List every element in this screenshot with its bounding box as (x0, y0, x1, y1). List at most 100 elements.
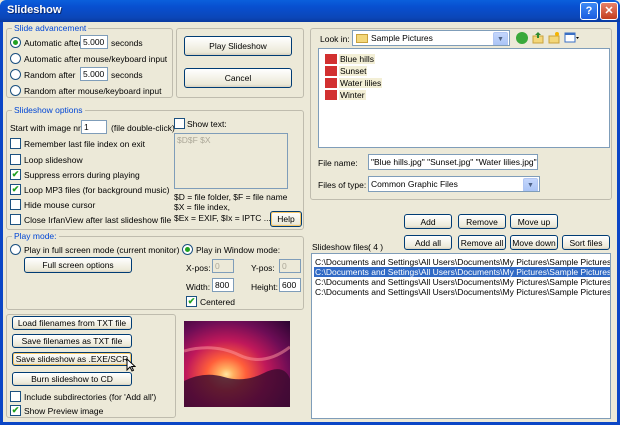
cancel-button[interactable]: Cancel (184, 68, 292, 88)
start-image-input[interactable]: 1 (81, 120, 107, 134)
xpos-label: X-pos: (186, 263, 211, 273)
start-image-hint: (file double-click) (111, 123, 175, 133)
close-after-checkbox[interactable] (10, 214, 21, 225)
show-text-input[interactable]: $D$F $X (174, 133, 288, 189)
text-help-line-2: $X = file index, (174, 202, 230, 212)
move-down-button[interactable]: Move down (510, 235, 558, 250)
auto-mouse-label: Automatic after mouse/keyboard input (24, 54, 168, 64)
preview-image (184, 321, 290, 407)
ypos-input[interactable]: 0 (279, 259, 301, 273)
list-item[interactable]: C:\Documents and Settings\All Users\Docu… (314, 257, 610, 267)
move-up-button[interactable]: Move up (510, 214, 558, 229)
image-file-icon (325, 90, 337, 100)
file-item[interactable]: Winter (325, 89, 366, 101)
random-after-input[interactable]: 5.000 (80, 67, 108, 81)
sort-files-button[interactable]: Sort files (562, 235, 610, 250)
full-screen-label: Play in full screen mode (current monito… (24, 245, 180, 255)
window-mode-label: Play in Window mode: (196, 245, 281, 255)
file-item[interactable]: Blue hills (325, 53, 376, 65)
file-item[interactable]: Water lilies (325, 77, 383, 89)
centered-checkbox[interactable]: ✔ (186, 296, 197, 307)
play-slideshow-button[interactable]: Play Slideshow (184, 36, 292, 56)
text-help-line-1: $D = file folder, $F = file name (174, 192, 288, 202)
play-mode-legend: Play mode: (12, 231, 59, 241)
window-mode-radio[interactable] (182, 244, 193, 255)
view-menu-icon[interactable] (564, 31, 580, 44)
height-label: Height: (251, 282, 278, 292)
look-in-combo[interactable]: Sample Pictures ▼ (352, 30, 510, 46)
full-screen-options-button[interactable]: Full screen options (24, 257, 132, 273)
ypos-label: Y-pos: (251, 263, 275, 273)
window-title: Slideshow (7, 4, 62, 16)
remember-index-label: Remember last file index on exit (24, 139, 145, 149)
width-label: Width: (186, 282, 211, 292)
loop-mp3-checkbox[interactable]: ✔ (10, 184, 21, 195)
start-image-label: Start with image nr.: (10, 123, 86, 133)
suppress-errors-checkbox[interactable]: ✔ (10, 169, 21, 180)
show-preview-label: Show Preview image (24, 406, 104, 416)
show-text-checkbox[interactable] (174, 118, 185, 129)
include-subdirs-checkbox[interactable] (10, 391, 21, 402)
look-in-dropdown-arrow-icon[interactable]: ▼ (493, 32, 508, 45)
file-name-input[interactable]: "Blue hills.jpg" "Sunset.jpg" "Water lil… (368, 154, 538, 170)
slideshow-files-list[interactable]: C:\Documents and Settings\All Users\Docu… (311, 253, 611, 419)
help-button[interactable]: Help (270, 211, 302, 227)
close-after-label: Close IrfanView after last slideshow fil… (24, 215, 172, 225)
show-preview-checkbox[interactable]: ✔ (10, 405, 21, 416)
slideshow-files-label: Slideshow files: (312, 242, 371, 252)
remove-all-button[interactable]: Remove all (458, 235, 506, 250)
list-item-selected[interactable]: C:\Documents and Settings\All Users\Docu… (314, 267, 610, 277)
save-filenames-button[interactable]: Save filenames as TXT file (12, 334, 132, 348)
random-mouse-label: Random after mouse/keyboard input (24, 86, 162, 96)
remove-button[interactable]: Remove (458, 214, 506, 229)
slideshow-options-legend: Slideshow options (12, 105, 85, 115)
slideshow-files-count: ( 4 ) (368, 242, 384, 252)
random-after-radio[interactable] (10, 69, 21, 80)
include-subdirs-label: Include subdirectories (for 'Add all') (24, 392, 157, 402)
full-screen-radio[interactable] (10, 244, 21, 255)
xpos-input[interactable]: 0 (212, 259, 234, 273)
load-filenames-button[interactable]: Load filenames from TXT file (12, 316, 132, 330)
help-title-button[interactable]: ? (580, 2, 598, 20)
up-folder-icon[interactable] (532, 31, 544, 44)
loop-slideshow-label: Loop slideshow (24, 155, 83, 165)
remember-index-checkbox[interactable] (10, 138, 21, 149)
look-in-label: Look in: (320, 34, 350, 44)
file-item[interactable]: Sunset (325, 65, 368, 77)
file-name-label: File name: (318, 158, 358, 168)
close-window-button[interactable]: ✕ (600, 2, 618, 20)
add-all-button[interactable]: Add all (404, 235, 452, 250)
list-item[interactable]: C:\Documents and Settings\All Users\Docu… (314, 277, 610, 287)
auto-after-radio[interactable] (10, 37, 21, 48)
files-of-type-value: Common Graphic Files (371, 179, 458, 189)
image-file-icon (325, 54, 337, 64)
suppress-errors-label: Suppress errors during playing (24, 170, 140, 180)
random-seconds-label: seconds (111, 70, 143, 80)
file-item-label: Blue hills (339, 54, 376, 64)
window-frame-left (0, 22, 3, 425)
file-item-label: Sunset (339, 66, 368, 76)
back-icon[interactable] (516, 32, 528, 44)
add-button[interactable]: Add (404, 214, 452, 229)
list-item[interactable]: C:\Documents and Settings\All Users\Docu… (314, 287, 610, 297)
loop-mp3-label: Loop MP3 files (for background music) (24, 185, 170, 195)
burn-cd-button[interactable]: Burn slideshow to CD (12, 372, 132, 386)
title-bar: Slideshow ? ✕ (0, 0, 620, 22)
image-file-icon (325, 66, 337, 76)
height-input[interactable]: 600 (279, 278, 301, 292)
auto-after-input[interactable]: 5.000 (80, 35, 108, 49)
file-list[interactable]: Blue hills Sunset Water lilies Winter (318, 48, 610, 148)
files-of-type-combo[interactable]: Common Graphic Files ▼ (368, 176, 540, 192)
random-mouse-radio[interactable] (10, 85, 21, 96)
hide-cursor-checkbox[interactable] (10, 199, 21, 210)
width-input[interactable]: 800 (212, 278, 234, 292)
loop-slideshow-checkbox[interactable] (10, 154, 21, 165)
save-exe-button[interactable]: Save slideshow as .EXE/SCR (12, 352, 132, 366)
auto-mouse-radio[interactable] (10, 53, 21, 64)
look-in-value: Sample Pictures (371, 33, 433, 43)
show-text-label: Show text: (187, 119, 227, 129)
files-of-type-dropdown-arrow-icon[interactable]: ▼ (523, 178, 538, 191)
text-help-line-3: $Ex = EXIF, $Ix = IPTC ... (174, 213, 271, 223)
new-folder-icon[interactable] (548, 31, 560, 44)
auto-seconds-label: seconds (111, 38, 143, 48)
